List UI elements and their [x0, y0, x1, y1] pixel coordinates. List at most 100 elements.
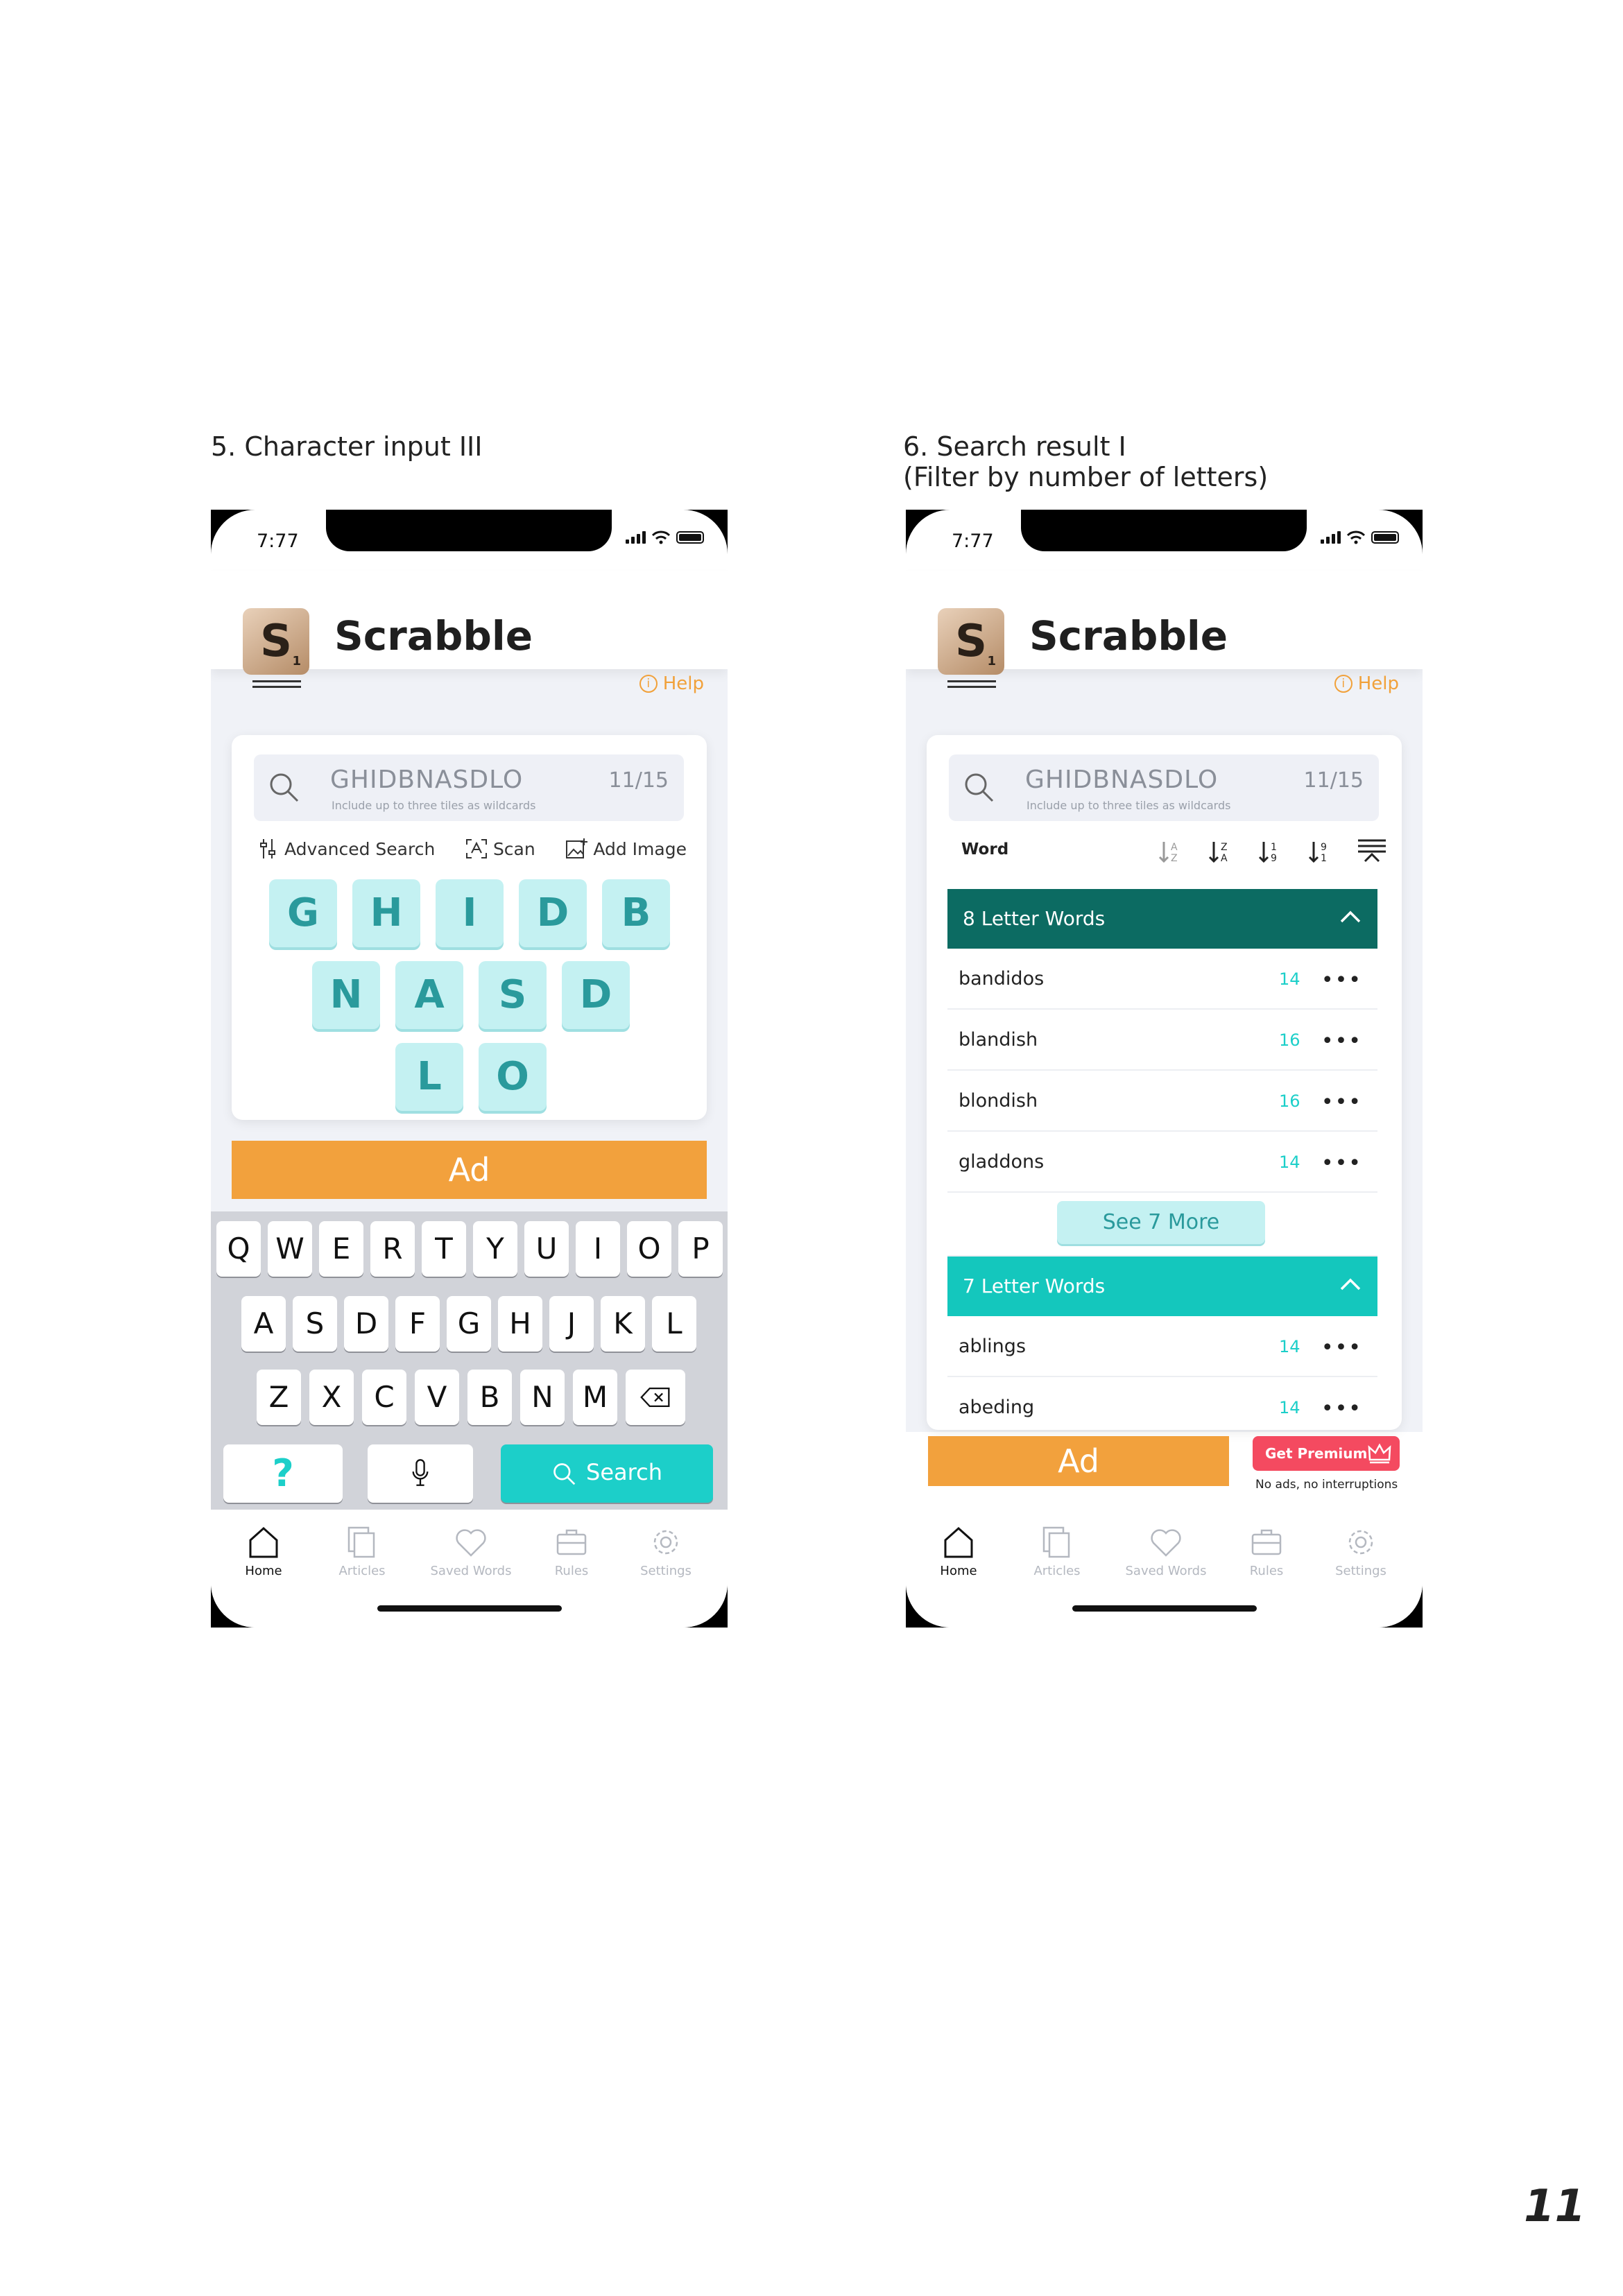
more-options-icon[interactable]: ••• [1321, 1397, 1362, 1421]
tab-label: Articles [338, 1564, 386, 1578]
help-link[interactable]: i Help [1334, 673, 1399, 694]
more-options-icon[interactable]: ••• [1321, 1090, 1362, 1114]
key[interactable]: E [319, 1221, 363, 1277]
list-item[interactable]: ablings 14 ••• [947, 1316, 1377, 1377]
tab-articles[interactable]: Articles [320, 1525, 404, 1578]
scan-button[interactable]: Scan [465, 838, 535, 860]
screen: 7:77 S1 Scrabble i Help GHIDBNASDLO Inclu… [211, 510, 728, 1628]
letters-input[interactable]: GHIDBNASDLO Include up to three tiles as… [949, 754, 1379, 821]
letter-tile[interactable]: O [479, 1043, 547, 1111]
tab-articles[interactable]: Articles [1015, 1525, 1099, 1578]
letter-tile[interactable]: S [479, 961, 547, 1029]
letter-tile[interactable]: B [602, 879, 670, 947]
key[interactable]: Y [473, 1221, 517, 1277]
key[interactable]: F [395, 1296, 440, 1352]
letter-tile[interactable]: A [395, 961, 463, 1029]
key[interactable]: A [241, 1296, 286, 1352]
ad-banner[interactable]: Ad [928, 1436, 1229, 1486]
key[interactable]: O [627, 1221, 671, 1277]
app-logo-tile[interactable]: S1 [938, 608, 1004, 675]
letter-tile[interactable]: G [269, 879, 337, 947]
key[interactable]: H [498, 1296, 542, 1352]
more-options-icon[interactable]: ••• [1321, 1336, 1362, 1360]
list-item[interactable]: abeding 14 ••• [947, 1377, 1377, 1430]
articles-icon [347, 1526, 375, 1558]
status-icons [1321, 530, 1399, 544]
list-item[interactable]: gladdons 14 ••• [947, 1132, 1377, 1193]
tab-label: Saved Words [1125, 1564, 1207, 1578]
menu-icon[interactable] [252, 680, 301, 691]
key[interactable]: U [524, 1221, 569, 1277]
microphone-key[interactable] [368, 1444, 473, 1503]
key[interactable]: N [520, 1370, 565, 1425]
letter-tile[interactable]: D [519, 879, 587, 947]
sort-score-asc-icon[interactable]: 19 [1257, 838, 1285, 865]
help-key[interactable]: ? [223, 1444, 343, 1503]
letter-tile[interactable]: D [562, 961, 630, 1029]
key[interactable]: I [576, 1221, 620, 1277]
tab-saved-words[interactable]: Saved Words [1121, 1525, 1211, 1578]
see-more-button[interactable]: See 7 More [1057, 1201, 1265, 1244]
sort-score-desc-icon[interactable]: 91 [1307, 838, 1334, 865]
key[interactable]: Q [216, 1221, 261, 1277]
notch [326, 510, 612, 551]
backspace-key[interactable] [626, 1370, 685, 1425]
letter-tile[interactable]: N [312, 961, 380, 1029]
more-options-icon[interactable]: ••• [1321, 1029, 1362, 1053]
scan-label: Scan [492, 838, 535, 859]
tab-home[interactable]: Home [917, 1525, 1000, 1578]
key[interactable]: S [293, 1296, 337, 1352]
tab-label: Settings [640, 1564, 692, 1578]
list-item[interactable]: blondish 16 ••• [947, 1071, 1377, 1132]
filter-collapse-icon[interactable] [1357, 838, 1387, 865]
key[interactable]: W [268, 1221, 312, 1277]
key[interactable]: M [573, 1370, 617, 1425]
list-item[interactable]: bandidos 14 ••• [947, 949, 1377, 1010]
ad-banner[interactable]: Ad [232, 1141, 707, 1199]
key[interactable]: T [422, 1221, 466, 1277]
more-options-icon[interactable]: ••• [1321, 968, 1362, 992]
tab-settings[interactable]: Settings [624, 1525, 707, 1578]
letters-input[interactable]: GHIDBNASDLO Include up to three tiles as… [254, 754, 684, 821]
letter-tile[interactable]: I [436, 879, 504, 947]
key[interactable]: X [309, 1370, 354, 1425]
help-link[interactable]: i Help [639, 673, 704, 694]
list-item[interactable]: blandish 16 ••• [947, 1010, 1377, 1071]
more-options-icon[interactable]: ••• [1321, 1151, 1362, 1175]
advanced-search-button[interactable]: Advanced Search [257, 838, 435, 860]
tab-label: Articles [1033, 1564, 1081, 1578]
add-image-button[interactable]: Add Image [565, 838, 687, 860]
key[interactable]: L [652, 1296, 696, 1352]
letter-tile[interactable]: H [352, 879, 420, 947]
tab-rules[interactable]: Rules [530, 1525, 613, 1578]
key[interactable]: Z [257, 1370, 301, 1425]
key[interactable]: K [601, 1296, 645, 1352]
svg-text:1: 1 [1271, 842, 1277, 853]
app-logo-tile[interactable]: S1 [243, 608, 309, 675]
menu-icon[interactable] [947, 680, 996, 691]
key[interactable]: V [415, 1370, 459, 1425]
group-header-8-letter[interactable]: 8 Letter Words [947, 889, 1377, 949]
key[interactable]: R [370, 1221, 415, 1277]
letter-tile[interactable]: L [395, 1043, 463, 1111]
tab-home[interactable]: Home [222, 1525, 305, 1578]
key[interactable]: J [549, 1296, 594, 1352]
key[interactable]: G [447, 1296, 491, 1352]
key[interactable]: B [467, 1370, 512, 1425]
tab-rules[interactable]: Rules [1225, 1525, 1308, 1578]
home-indicator[interactable] [377, 1605, 562, 1612]
tab-settings[interactable]: Settings [1319, 1525, 1402, 1578]
sort-bar: Word AZ ZA 19 91 [956, 838, 1386, 865]
group-header-7-letter[interactable]: 7 Letter Words [947, 1257, 1377, 1316]
key[interactable]: P [678, 1221, 723, 1277]
search-key[interactable]: Search [501, 1444, 713, 1503]
key[interactable]: C [362, 1370, 406, 1425]
tab-saved-words[interactable]: Saved Words [426, 1525, 516, 1578]
get-premium-button[interactable]: Get Premium [1253, 1436, 1400, 1471]
home-indicator[interactable] [1072, 1605, 1257, 1612]
sort-alpha-asc-icon[interactable]: AZ [1157, 838, 1185, 865]
group-title: 8 Letter Words [963, 907, 1106, 930]
status-time: 7:77 [257, 530, 299, 552]
sort-alpha-desc-icon[interactable]: ZA [1207, 838, 1235, 865]
key[interactable]: D [344, 1296, 388, 1352]
